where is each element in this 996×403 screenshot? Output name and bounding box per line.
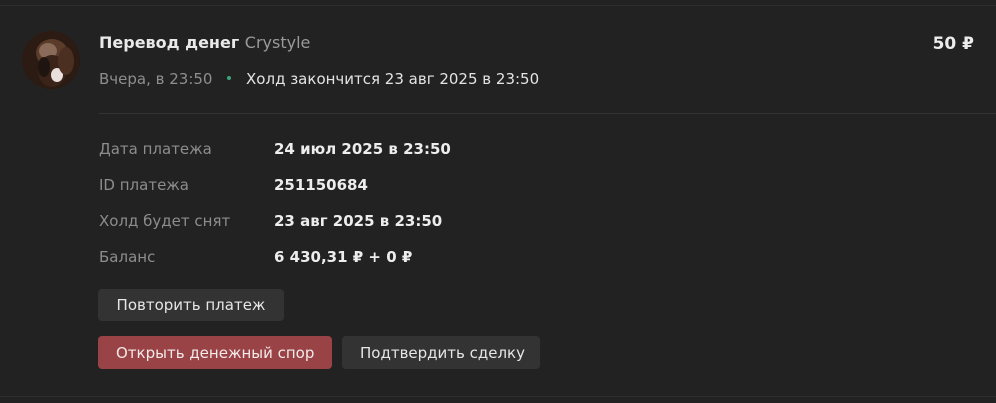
detail-label: Баланс [99,248,156,266]
transaction-time: Вчера, в 23:50 [99,70,213,88]
top-divider [0,5,996,6]
bottom-divider [0,396,996,397]
open-dispute-button[interactable]: Открыть денежный спор [98,336,332,369]
avatar[interactable] [22,31,80,89]
confirm-deal-button[interactable]: Подтвердить сделку [342,336,540,369]
hold-status: Холд закончится 23 авг 2025 в 23:50 [246,70,540,88]
detail-value: 23 авг 2025 в 23:50 [274,212,443,230]
user-avatar-icon [22,31,80,89]
detail-value: 251150684 [274,176,368,194]
counterparty-link[interactable]: Crystyle [245,33,311,52]
transaction-subline: Вчера, в 23:50 Холд закончится 23 авг 20… [99,70,539,88]
detail-label: ID платежа [99,176,189,194]
transaction-title: Перевод денег Crystyle [99,33,310,52]
section-divider [99,113,996,114]
status-dot-icon [227,76,232,80]
transaction-type: Перевод денег [99,33,240,52]
detail-value: 24 июл 2025 в 23:50 [274,140,451,158]
detail-label: Холд будет снят [99,212,231,230]
detail-value: 6 430,31 ₽ + 0 ₽ [274,248,413,266]
detail-label: Дата платежа [99,140,212,158]
transaction-amount: 50 ₽ [932,34,974,54]
repeat-payment-button[interactable]: Повторить платеж [98,289,284,321]
